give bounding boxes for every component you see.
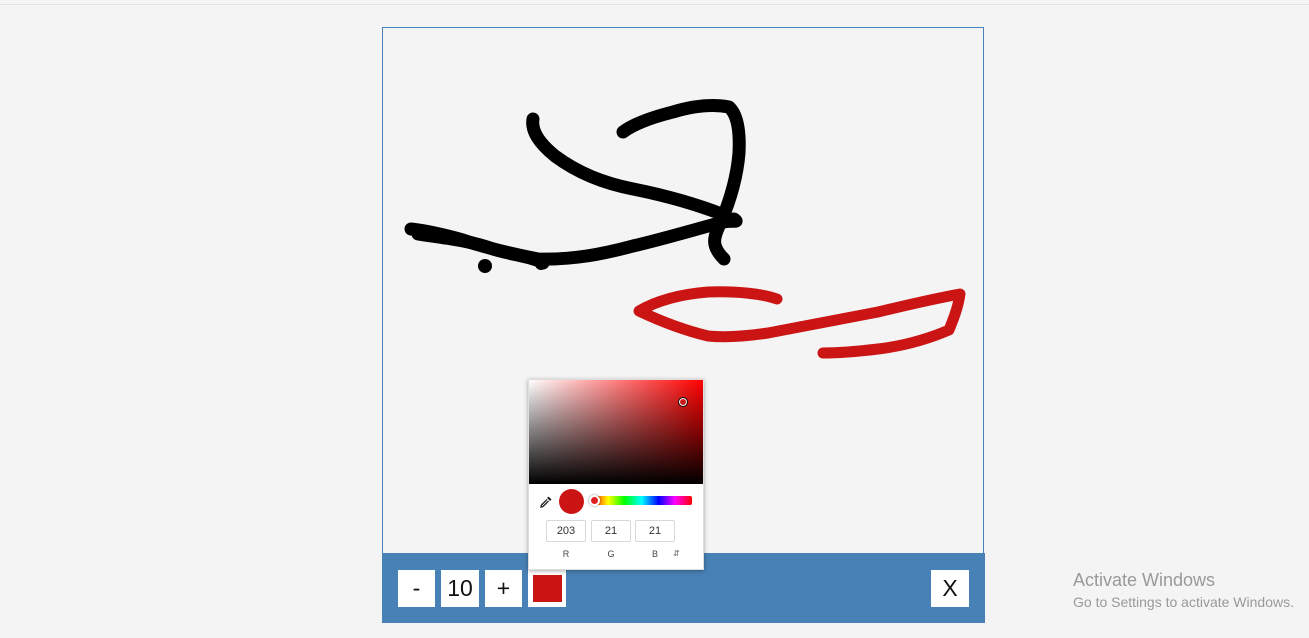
saturation-value-area[interactable] (529, 380, 703, 484)
blue-channel-input[interactable]: 21 (635, 520, 675, 542)
black-dot-2 (535, 258, 547, 270)
red-stroke-1 (633, 286, 966, 359)
up-down-arrows-icon[interactable]: ⇵ (673, 549, 680, 558)
hue-slider-thumb[interactable] (589, 495, 600, 506)
color-swatch-button[interactable] (528, 570, 566, 607)
hue-slider[interactable] (591, 496, 692, 505)
watermark-title: Activate Windows (1073, 570, 1216, 590)
increase-size-button[interactable]: + (485, 570, 522, 607)
eyedropper-icon[interactable] (539, 495, 553, 509)
watermark-subtitle: Go to Settings to activate Windows. (1073, 594, 1294, 610)
decrease-size-button[interactable]: - (398, 570, 435, 607)
brush-size-value: 10 (441, 570, 479, 607)
red-channel-input[interactable]: 203 (546, 520, 586, 542)
close-button[interactable]: X (931, 570, 969, 607)
black-stroke-4 (411, 227, 550, 270)
saturation-value-handle[interactable] (678, 397, 688, 407)
color-preview-dot (559, 489, 584, 514)
top-divider (0, 4, 1309, 5)
blue-channel-label: B (651, 549, 658, 559)
black-dot-1 (478, 259, 492, 273)
green-channel-label: G (607, 549, 615, 559)
activate-windows-watermark: Activate Windows Go to Settings to activ… (1073, 570, 1294, 610)
color-picker-popup: 203 21 21 R G B ⇵ (528, 379, 704, 570)
red-channel-label: R (562, 549, 570, 559)
current-color-swatch (532, 575, 562, 602)
green-channel-input[interactable]: 21 (591, 520, 631, 542)
